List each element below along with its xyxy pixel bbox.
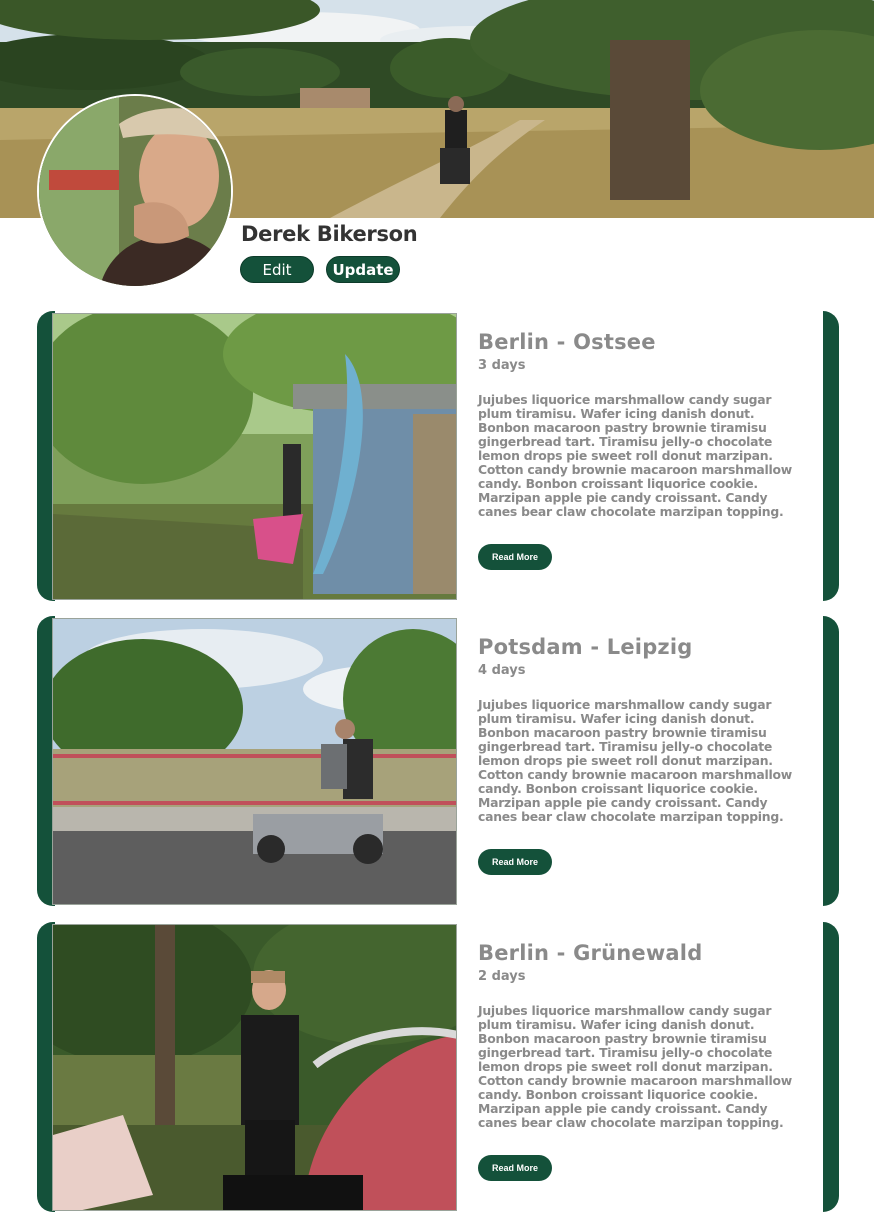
trip-photo[interactable] [52, 618, 457, 905]
trip-duration: 4 days [478, 663, 526, 678]
avatar[interactable] [37, 94, 233, 288]
edit-button[interactable]: Edit [240, 256, 314, 283]
update-button[interactable]: Update [326, 256, 400, 283]
trip-description: Jujubes liquorice marshmallow candy suga… [478, 392, 792, 519]
card-accent-right [823, 311, 839, 601]
trip-description: Jujubes liquorice marshmallow candy suga… [478, 697, 792, 824]
trip-photo-image [53, 619, 456, 904]
trip-duration: 2 days [478, 969, 526, 984]
trip-photo[interactable] [52, 313, 457, 600]
read-more-button[interactable]: Read More [478, 1155, 552, 1181]
trip-card: Berlin - Ostsee 3 days Jujubes liquorice… [37, 311, 839, 601]
read-more-button[interactable]: Read More [478, 849, 552, 875]
trip-card: Berlin - Grünewald 2 days Jujubes liquor… [37, 922, 839, 1212]
trip-description: Jujubes liquorice marshmallow candy suga… [478, 1003, 792, 1130]
trip-photo[interactable] [52, 924, 457, 1211]
trip-photo-image [53, 314, 456, 599]
read-more-button[interactable]: Read More [478, 544, 552, 570]
trip-title: Berlin - Ostsee [478, 330, 656, 354]
trip-duration: 3 days [478, 358, 526, 373]
trip-title: Potsdam - Leipzig [478, 635, 693, 659]
trip-card: Potsdam - Leipzig 4 days Jujubes liquori… [37, 616, 839, 906]
trip-title: Berlin - Grünewald [478, 941, 703, 965]
profile-portrait-image [39, 96, 231, 286]
trip-photo-image [53, 925, 456, 1210]
card-accent-right [823, 616, 839, 906]
card-accent-right [823, 922, 839, 1212]
profile-name: Derek Bikerson [241, 222, 418, 246]
